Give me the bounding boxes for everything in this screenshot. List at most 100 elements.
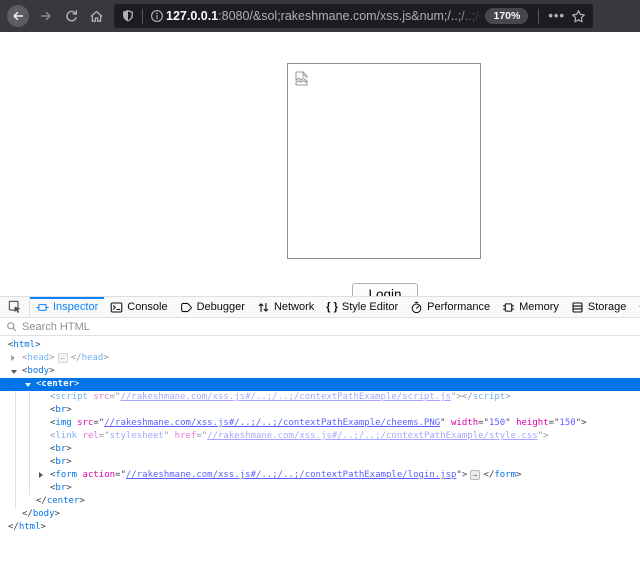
markup-punctuation: =" — [115, 470, 126, 480]
markup-attr-name: height — [516, 418, 549, 428]
url-host: 127.0.0.1 — [166, 9, 218, 23]
markup-punctuation: =" — [196, 431, 207, 441]
tree-row[interactable]: <br> — [0, 456, 640, 469]
tree-row[interactable]: <br> — [0, 482, 640, 495]
tree-row[interactable]: </html> — [0, 521, 640, 534]
tree-row[interactable]: <form action="//rakeshmane.com/xss.js#/.… — [0, 469, 640, 482]
markup-tag-name: br — [55, 444, 66, 454]
markup-tag-name: script — [473, 392, 506, 402]
search-icon — [6, 321, 17, 332]
markup-tag-name: script — [55, 392, 88, 402]
debugger-icon — [180, 301, 193, 314]
tree-row-selected[interactable]: <center> — [0, 378, 640, 391]
back-arrow-icon — [11, 9, 25, 23]
markup-attr-link[interactable]: //rakeshmane.com/xss.js#/..;/..;/context… — [126, 470, 457, 480]
markup-tag-name: head — [27, 353, 49, 363]
tab-performance[interactable]: Performance — [404, 297, 496, 317]
tab-accessibility[interactable]: Accessibility — [632, 297, 640, 317]
url-fade-overlay — [456, 9, 482, 23]
login-button[interactable]: Login — [352, 283, 418, 296]
tree-row[interactable]: </body> — [0, 508, 640, 521]
markup-punctuation: "> — [456, 470, 467, 480]
collapse-arrow-icon[interactable] — [11, 370, 17, 374]
memory-chip-icon — [502, 301, 515, 314]
node-picker-icon — [8, 300, 22, 314]
tab-storage[interactable]: Storage — [565, 297, 633, 317]
bookmark-star-icon[interactable] — [571, 9, 586, 24]
markup-tag-name: form — [55, 470, 77, 480]
markup-attr-name: width — [451, 418, 478, 428]
devtools-panel: Inspector Console Debugger Network{ }Style … — [0, 296, 640, 561]
tab-inspector[interactable]: Inspector — [30, 297, 104, 317]
markup-attr-value: 150 — [489, 418, 505, 428]
tree-row[interactable]: <html> — [0, 339, 640, 352]
tab-label: Debugger — [197, 301, 245, 313]
markup-punctuation: "> — [538, 431, 549, 441]
markup-punctuation: </ — [71, 353, 82, 363]
markup-attr-link[interactable]: //rakeshmane.com/xss.js#/..;/..;/context… — [207, 431, 538, 441]
tab-console[interactable]: Console — [104, 297, 173, 317]
page-viewport: Login — [0, 32, 640, 296]
tree-row[interactable]: <br> — [0, 404, 640, 417]
tab-memory[interactable]: Memory — [496, 297, 565, 317]
identity-info-icon[interactable] — [150, 9, 164, 23]
tree-row[interactable]: <head>…</head> — [0, 352, 640, 365]
reload-icon — [64, 9, 79, 24]
reload-button[interactable] — [63, 8, 79, 24]
tab-label: Storage — [588, 301, 627, 313]
markup-punctuation: > — [49, 353, 54, 363]
markup-punctuation: " — [440, 418, 451, 428]
tree-row[interactable]: </center> — [0, 495, 640, 508]
markup-punctuation: > — [41, 522, 46, 532]
tree-row[interactable]: <br> — [0, 443, 640, 456]
search-input[interactable] — [22, 321, 634, 333]
markup-punctuation: " — [505, 418, 516, 428]
markup-punctuation: > — [49, 366, 54, 376]
markup-punctuation: </ — [462, 392, 473, 402]
forward-button[interactable] — [38, 8, 54, 24]
home-button[interactable] — [88, 8, 104, 24]
markup-punctuation: =" — [99, 431, 110, 441]
storage-stack-icon — [571, 301, 584, 314]
tree-row[interactable]: <body> — [0, 365, 640, 378]
tab-label: Inspector — [53, 301, 98, 313]
back-button[interactable] — [7, 5, 29, 27]
markup-attr-link[interactable]: //rakeshmane.com/xss.js#/..;/..;/context… — [104, 418, 440, 428]
markup-attr-value: 150 — [559, 418, 575, 428]
tree-row[interactable]: <script src="//rakeshmane.com/xss.js#/..… — [0, 391, 640, 404]
markup-tag-name: img — [55, 418, 71, 428]
tab-style-editor[interactable]: { }Style Editor — [320, 297, 404, 317]
url-bar[interactable]: 127.0.0.1:8080/&sol;rakeshmane.com/xss.j… — [114, 4, 593, 28]
node-picker-button[interactable] — [0, 297, 30, 317]
expand-arrow-icon[interactable] — [39, 472, 43, 478]
tab-label: Style Editor — [342, 301, 398, 313]
tree-row[interactable]: <link rel="stylesheet" href="//rakeshman… — [0, 430, 640, 443]
zoom-level-badge[interactable]: 170% — [485, 8, 528, 24]
collapse-arrow-icon[interactable] — [25, 383, 31, 387]
broken-image-icon — [294, 70, 311, 87]
markup-tag-name: form — [494, 470, 516, 480]
markup-tag-name: link — [55, 431, 77, 441]
forward-arrow-icon — [39, 9, 53, 23]
markup-tag-name: center — [41, 379, 74, 389]
inline-expander-badge[interactable]: … — [58, 353, 68, 363]
tab-debugger[interactable]: Debugger — [174, 297, 251, 317]
expand-arrow-icon[interactable] — [11, 355, 15, 361]
tree-row[interactable]: <img src="//rakeshmane.com/xss.js#/..;/.… — [0, 417, 640, 430]
markup-tag-name: br — [55, 483, 66, 493]
markup-punctuation: =" — [478, 418, 489, 428]
markup-attr-name: action — [83, 470, 116, 480]
markup-attr-name: href — [175, 431, 197, 441]
markup-punctuation: "> — [451, 392, 462, 402]
tab-network[interactable]: Network — [251, 297, 320, 317]
tracking-shield-icon[interactable] — [121, 9, 135, 23]
markup-tag-name: head — [82, 353, 104, 363]
markup-punctuation: </ — [8, 522, 19, 532]
markup-attr-link[interactable]: //rakeshmane.com/xss.js#/..;/..;/context… — [120, 392, 451, 402]
inline-expander-badge[interactable]: … — [470, 470, 480, 480]
markup-punctuation: > — [35, 340, 40, 350]
markup-punctuation: > — [79, 496, 84, 506]
page-actions-icon[interactable]: ••• — [548, 11, 565, 21]
markup-tag-name: br — [55, 405, 66, 415]
markup-tag-name: br — [55, 457, 66, 467]
